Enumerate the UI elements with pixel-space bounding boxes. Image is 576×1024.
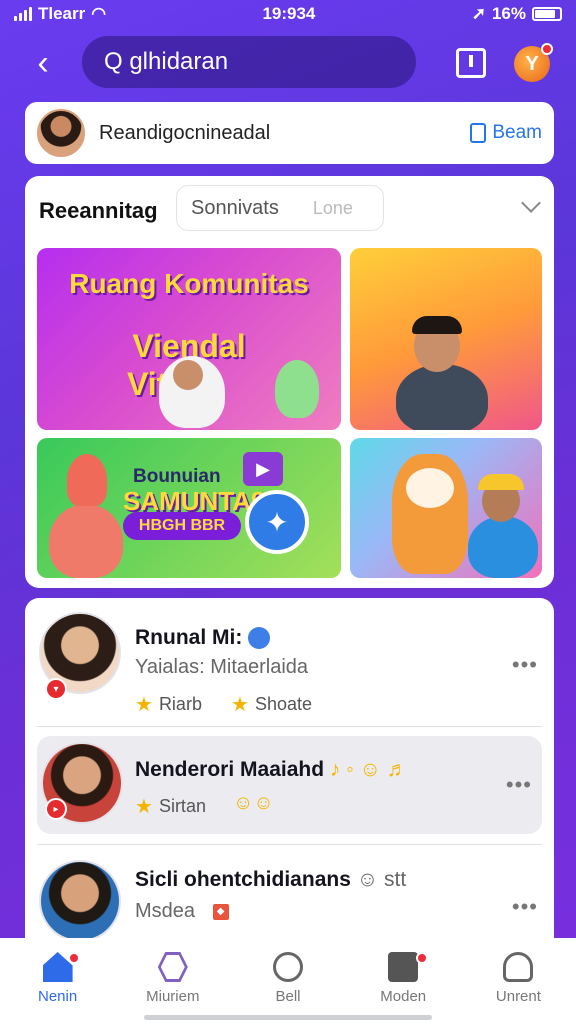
divider (37, 844, 542, 845)
item-name: Nenderori Maaiahd ♪ ◦ ☺ ♬ (135, 758, 408, 781)
nav-profile[interactable]: Unrent (461, 938, 576, 1024)
beam-button[interactable]: Beam (470, 122, 542, 144)
home-indicator (144, 1015, 432, 1020)
avatar (37, 109, 85, 157)
more-icon[interactable]: ••• (512, 652, 538, 678)
play-icon: ▶ (243, 452, 283, 486)
notification-dot (541, 43, 553, 55)
mascot-face (406, 468, 454, 508)
status-bar: Tlearr ◠ 19:934 ➚ 16% (0, 0, 576, 28)
gear-icon: ✦ (245, 490, 309, 554)
divider (37, 726, 542, 727)
bottom-nav: Nenin Miuriem Bell Moden Unrent (0, 938, 576, 1024)
fire-icon: ◆ (210, 901, 231, 922)
beam-icon (470, 123, 487, 143)
hard-hat (478, 474, 524, 490)
avatar (39, 860, 121, 942)
location-icon: ➚ (471, 4, 486, 23)
section-title: Reeannitag (39, 198, 158, 223)
profile-card[interactable]: Reandigocnineadal Beam (25, 102, 554, 164)
emoji-text: ☺ stt (356, 868, 407, 891)
emoji-text: ♪ ◦ ☺ ♬ (329, 758, 408, 781)
star-icon: ★ (135, 694, 153, 716)
chevron-down-icon[interactable] (521, 193, 541, 213)
profile-name: Reandigocnineadal (99, 121, 271, 144)
tag: ★ Shoate (231, 694, 312, 716)
banner-tile-person[interactable] (350, 248, 542, 430)
item-subtitle: Msdea ◆ (135, 900, 231, 923)
tile-heading: Ruang Komunitas (69, 268, 309, 299)
segment-control[interactable]: Sonnivats Lone (176, 185, 384, 231)
nav-home[interactable]: Nenin (0, 938, 115, 1024)
person-figure (468, 516, 538, 578)
badge-icon: ▾ (45, 678, 67, 700)
list-item[interactable]: Sicli ohentchidianans ☺ stt Msdea ◆ ••• (37, 848, 542, 943)
nav-label: Moden (380, 988, 427, 1005)
item-name: Rnunal Mi: (135, 626, 271, 650)
carrier-label: Tlearr (38, 4, 86, 23)
more-icon[interactable]: ••• (506, 772, 532, 798)
mascot-figure (275, 360, 319, 418)
list-item[interactable]: ▸ Nenderori Maaiahd ♪ ◦ ☺ ♬ ★ Sirtan ☺☺ •… (37, 736, 542, 834)
feed-list: ▾ Rnunal Mi: Yaialas: Mitaerlaida ★ Riarb… (25, 598, 554, 943)
person-head (67, 454, 107, 506)
banner-tile-community[interactable]: Ruang Komunitas Viendal Vitaap (37, 248, 341, 430)
nav-label: Miuriem (146, 988, 200, 1005)
badge-icon: ▸ (45, 798, 67, 820)
segment-1[interactable]: Lone (313, 198, 353, 219)
star-icon: ★ (231, 694, 249, 716)
nav-bell[interactable]: Bell (230, 938, 345, 1024)
list-item[interactable]: ▾ Rnunal Mi: Yaialas: Mitaerlaida ★ Riarb… (37, 608, 542, 720)
user-avatar[interactable]: Y (514, 43, 553, 82)
tag: ★ Sirtan (135, 796, 206, 818)
item-name: Sicli ohentchidianans ☺ stt (135, 868, 407, 891)
person-hair (412, 316, 462, 334)
nav-discover[interactable]: Miuriem (115, 938, 230, 1024)
signal-icon (14, 7, 32, 21)
beam-label: Beam (492, 122, 542, 143)
person-figure (396, 364, 488, 430)
notification-dot (68, 952, 80, 964)
emoji-tag: ☺☺ (233, 792, 274, 814)
share-button[interactable] (456, 48, 486, 78)
star-icon: ★ (135, 796, 153, 818)
segment-0[interactable]: Sonnivats (191, 197, 279, 220)
banner-tile-campaign[interactable]: Bounuian SAMUNTA9 HBGH BBR ▶ ✦ (37, 438, 341, 578)
banner-tile-mascot[interactable] (350, 438, 542, 578)
wifi-icon: ◠ (91, 4, 107, 23)
person-figure (49, 504, 123, 578)
nav-messages[interactable]: Moden (346, 938, 461, 1024)
message-icon (388, 952, 419, 982)
status-left: Tlearr ◠ (14, 4, 106, 24)
tile-heading: Bounuian (133, 466, 221, 487)
tile-pill: HBGH BBR (123, 512, 241, 540)
verified-icon (248, 627, 271, 650)
compass-icon (273, 952, 303, 982)
person-head (173, 360, 203, 390)
featured-card: Reeannitag Sonnivats Lone Ruang Komunita… (25, 176, 554, 588)
status-right: ➚ 16% (472, 4, 562, 24)
tag: ★ Riarb (135, 694, 202, 716)
battery-percent: 16% (491, 4, 526, 23)
nav-label: Unrent (495, 988, 541, 1005)
notification-dot (415, 952, 428, 964)
hexagon-icon (157, 952, 188, 982)
nav-label: Bell (275, 988, 301, 1005)
user-icon (503, 952, 534, 982)
search-input[interactable]: Q glhidaran (82, 36, 416, 88)
battery-icon (532, 7, 562, 21)
clock: 19:934 (262, 4, 316, 23)
item-subtitle: Yaialas: Mitaerlaida (135, 656, 309, 678)
top-bar: ‹ Q glhidaran Y (0, 36, 576, 90)
back-button[interactable]: ‹ (26, 44, 60, 82)
more-icon[interactable]: ••• (512, 894, 538, 920)
search-text: Q glhidaran (104, 48, 229, 75)
nav-label: Nenin (38, 988, 78, 1005)
